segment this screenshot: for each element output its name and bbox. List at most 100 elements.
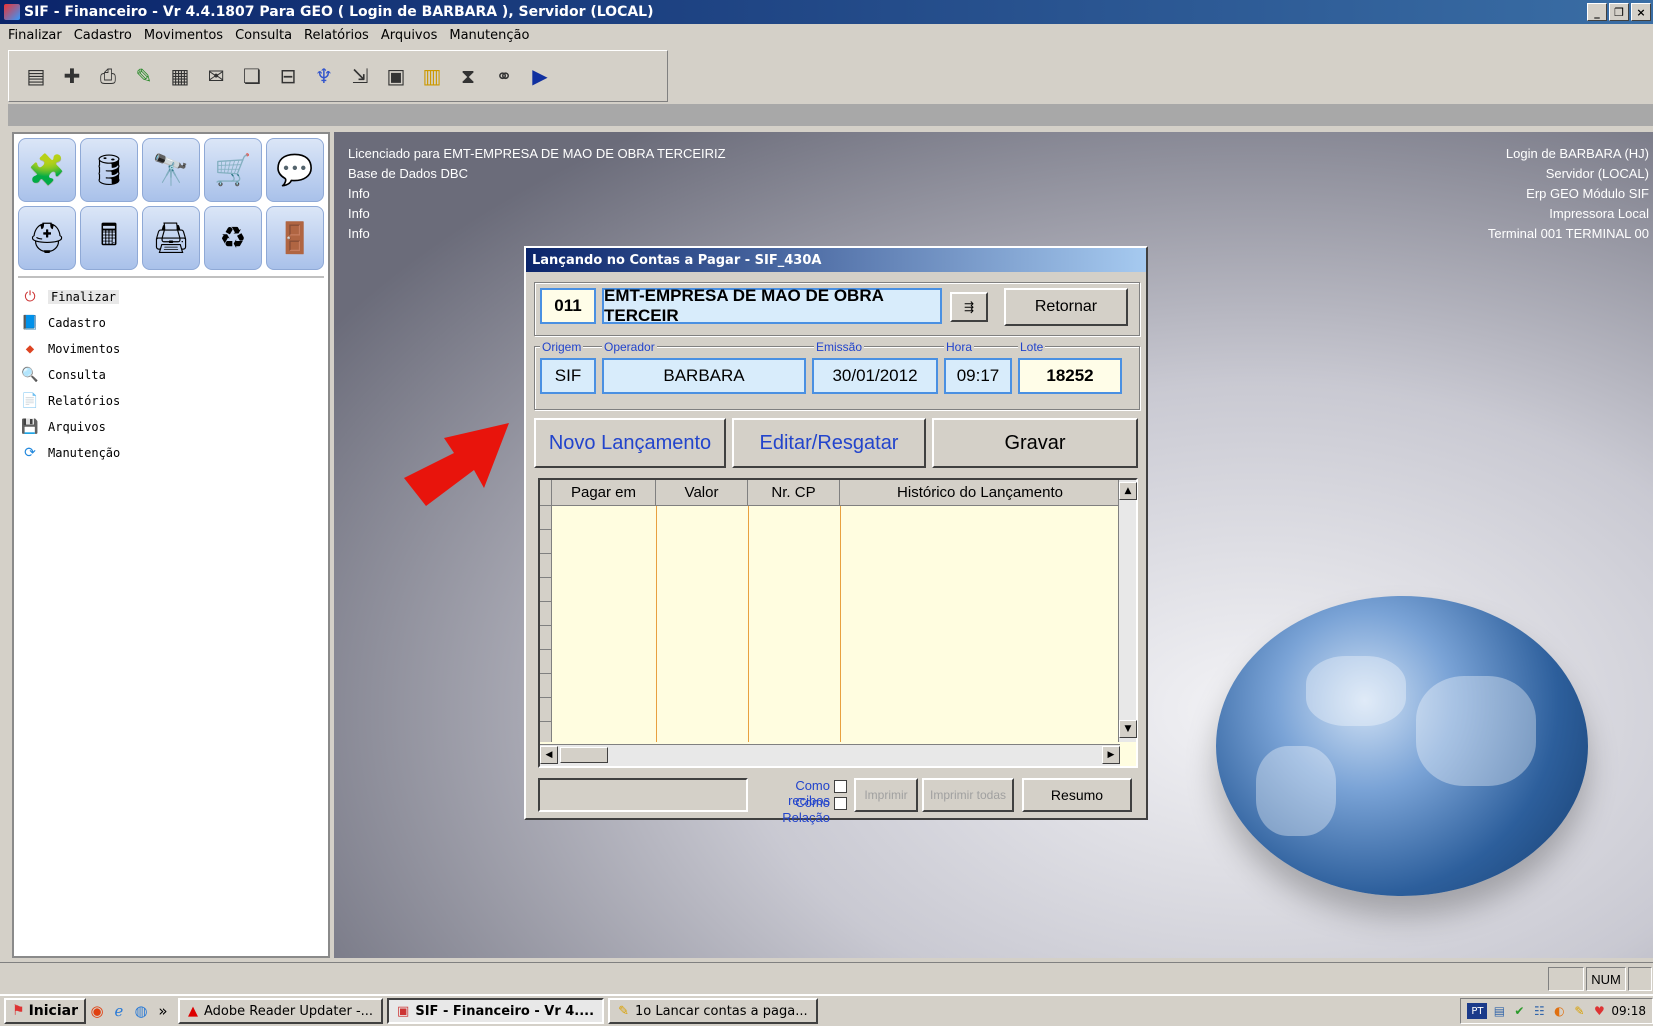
scroll-right-button[interactable]: ▶ [1102,746,1120,764]
binoculars-icon[interactable]: 🔭 [142,138,200,202]
left-item-movimentos[interactable]: ◆ Movimentos [20,336,328,362]
hora-field[interactable]: 09:17 [944,358,1012,394]
imprimir-button[interactable]: Imprimir [854,778,918,812]
scroll-down-button[interactable]: ▼ [1119,720,1137,738]
start-button[interactable]: ⚑ Iniciar [4,998,86,1024]
gravar-button[interactable]: Gravar [932,418,1138,468]
menu-manutencao[interactable]: Manutenção [445,28,537,43]
calculator-icon[interactable]: 🖩 [80,206,138,270]
tray-heart-icon[interactable]: ♥ [1591,1003,1607,1019]
browser-icon[interactable]: ◍ [130,1000,152,1022]
left-item-relatorios[interactable]: 📄 Relatórios [20,388,328,414]
task-adobe-updater[interactable]: ▲ Adobe Reader Updater -... [178,998,384,1024]
report-icon: 📄 [21,393,39,409]
more-icon[interactable]: » [152,1000,174,1022]
restore-button[interactable]: ❐ [1609,3,1629,21]
scroll-left-button[interactable]: ◀ [540,746,558,764]
refresh-icon: ⟳ [24,445,36,461]
puzzle-icon[interactable]: 🧩 [18,138,76,202]
imprimir-todas-button[interactable]: Imprimir todas [922,778,1014,812]
left-item-label: Finalizar [48,290,120,304]
lookup-icon: ⇶ [963,300,975,314]
scroll-thumb[interactable] [560,747,608,763]
menu-arquivos[interactable]: Arquivos [377,28,446,43]
left-item-manutencao[interactable]: ⟳ Manutenção [20,440,328,466]
left-item-consulta[interactable]: 🔍 Consulta [20,362,328,388]
printer-icon[interactable]: 🖨 [142,206,200,270]
toolbar: ▤ ✚ ⎙ ✎ ▦ ✉ ❏ ⊟ ♆ ⇲ ▣ ▥ ⧗ ⚭ ▶ [8,50,668,102]
task-sif-financeiro[interactable]: ▣ SIF - Financeiro - Vr 4.... [387,998,605,1024]
grid-icon[interactable]: ▦ [165,61,195,91]
operador-field[interactable]: BARBARA [602,358,806,394]
chart-icon[interactable]: ▥ [417,61,447,91]
lote-label: Lote [1018,340,1046,354]
clock[interactable]: 09:18 [1611,1004,1646,1018]
tray-network-icon[interactable]: ☷ [1531,1003,1547,1019]
menu-consulta[interactable]: Consulta [231,28,300,43]
shopping-cart-icon[interactable]: 🛒 [204,138,262,202]
windows-flag-icon: ⚑ [12,1003,25,1019]
edit-icon[interactable]: ✎ [129,61,159,91]
menu-relatorios[interactable]: Relatórios [300,28,377,43]
database-add-icon[interactable]: 🛢 [80,138,138,202]
minimize-button[interactable]: _ [1587,3,1607,21]
task-lancar-contas[interactable]: ✎ 1o Lancar contas a paga... [608,998,818,1024]
col-nr-cp[interactable]: Nr. CP [748,480,840,505]
resumo-button[interactable]: Resumo [1022,778,1132,812]
status-cell-empty [1548,967,1584,991]
left-item-label: Movimentos [48,342,121,356]
info-line: Info [348,206,370,221]
grid-vertical-scrollbar[interactable]: ▲ ▼ [1118,480,1137,742]
add-icon[interactable]: ✚ [57,61,87,91]
copy-icon[interactable]: ❏ [237,61,267,91]
lote-field[interactable]: 18252 [1018,358,1122,394]
export-icon[interactable]: ⇲ [345,61,375,91]
play-icon[interactable]: ▶ [525,61,555,91]
como-relacao-checkbox[interactable] [834,797,847,810]
speech-bubble-icon[interactable]: 💬 [266,138,324,202]
company-code-field[interactable]: 011 [540,288,596,324]
tray-shield-icon[interactable]: ✔ [1511,1003,1527,1019]
como-recibos-checkbox[interactable] [834,780,847,793]
col-pagar-em[interactable]: Pagar em [552,480,656,505]
close-button[interactable]: × [1631,3,1651,21]
menu-movimentos[interactable]: Movimentos [140,28,231,43]
tray-update-icon[interactable]: ◐ [1551,1003,1567,1019]
left-item-cadastro[interactable]: 📘 Cadastro [20,310,328,336]
clipboard-icon[interactable]: ▣ [381,61,411,91]
ie-icon[interactable]: ℯ [108,1000,130,1022]
network-icon[interactable]: ⊟ [273,61,303,91]
editar-resgatar-button[interactable]: Editar/Resgatar [732,418,926,468]
novo-lancamento-button[interactable]: Novo Lançamento [534,418,726,468]
task-label: 1o Lancar contas a paga... [634,1003,808,1019]
tree-icon[interactable]: ♆ [309,61,339,91]
properties-icon[interactable]: ▤ [21,61,51,91]
menu-cadastro[interactable]: Cadastro [70,28,140,43]
sync-icon[interactable]: ♻ [204,206,262,270]
company-name-field[interactable]: EMT-EMPRESA DE MAO DE OBRA TERCEIR [602,286,942,325]
tray-app-icon[interactable]: ▤ [1491,1003,1507,1019]
info-line: Info [348,186,370,201]
binoculars-icon[interactable]: ⚭ [489,61,519,91]
mail-icon[interactable]: ✉ [201,61,231,91]
menu-finalizar[interactable]: Finalizar [4,28,70,43]
retornar-button[interactable]: Retornar [1004,288,1128,326]
print-icon[interactable]: ⎙ [93,61,123,91]
lancamentos-grid[interactable]: Pagar em Valor Nr. CP Histórico do Lança… [538,478,1138,768]
chrome-icon[interactable]: ◉ [86,1000,108,1022]
lifebuoy-icon[interactable]: ⛑ [18,206,76,270]
hourglass-icon[interactable]: ⧗ [453,61,483,91]
emissao-field[interactable]: 30/01/2012 [812,358,938,394]
left-item-finalizar[interactable]: ⏻ Finalizar [20,284,328,310]
user-door-icon[interactable]: 🚪 [266,206,324,270]
grid-horizontal-scrollbar[interactable]: ◀ ▶ [540,744,1120,766]
company-lookup-button[interactable]: ⇶ [950,292,988,322]
window-titlebar[interactable]: SIF - Financeiro - Vr 4.4.1807 Para GEO … [0,0,1653,24]
col-historico[interactable]: Histórico do Lançamento [840,480,1120,505]
origem-field[interactable]: SIF [540,358,596,394]
language-indicator[interactable]: PT [1467,1003,1488,1019]
left-item-arquivos[interactable]: 💾 Arquivos [20,414,328,440]
col-valor[interactable]: Valor [656,480,748,505]
tray-paint-icon[interactable]: ✎ [1571,1003,1587,1019]
scroll-up-button[interactable]: ▲ [1119,482,1137,500]
